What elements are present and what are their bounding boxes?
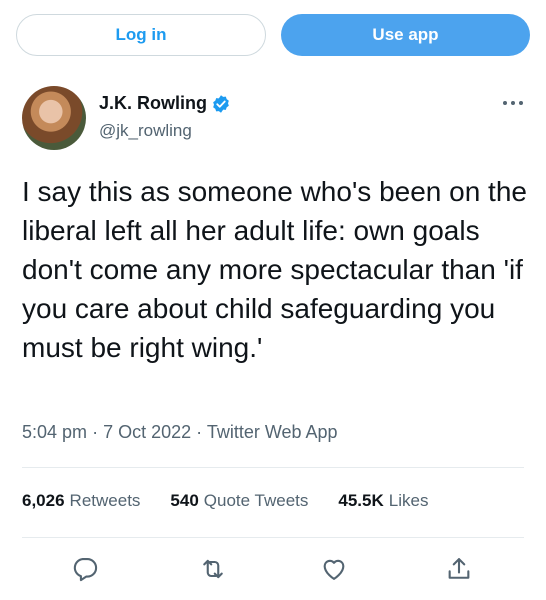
- author-name[interactable]: J.K. Rowling: [99, 93, 207, 114]
- retweets-count: 6,026: [22, 491, 65, 510]
- share-icon[interactable]: [445, 555, 473, 583]
- verified-badge-icon: [213, 94, 229, 113]
- retweets-stat[interactable]: 6,026 Retweets: [22, 491, 140, 511]
- author-handle[interactable]: @jk_rowling: [99, 121, 192, 141]
- quote-tweets-stat[interactable]: 540 Quote Tweets: [170, 491, 308, 511]
- use-app-button[interactable]: Use app: [281, 14, 530, 56]
- avatar[interactable]: [22, 86, 86, 150]
- more-icon[interactable]: [502, 98, 524, 108]
- tweet-stats: 6,026 Retweets 540 Quote Tweets 45.5K Likes: [22, 491, 458, 511]
- likes-label: Likes: [388, 491, 429, 510]
- retweets-label: Retweets: [69, 491, 141, 510]
- divider: [22, 467, 524, 468]
- log-in-button[interactable]: Log in: [16, 14, 266, 56]
- quote-tweets-label: Quote Tweets: [203, 491, 309, 510]
- meta-separator: ·: [196, 422, 203, 442]
- retweet-icon[interactable]: [199, 555, 227, 583]
- tweet-time[interactable]: 5:04 pm: [22, 422, 87, 442]
- quote-tweets-count: 540: [170, 491, 199, 510]
- like-icon[interactable]: [320, 555, 348, 583]
- author-row: J.K. Rowling: [99, 93, 231, 114]
- likes-stat[interactable]: 45.5K Likes: [338, 491, 428, 511]
- likes-count: 45.5K: [338, 491, 384, 510]
- tweet-date[interactable]: 7 Oct 2022: [103, 422, 191, 442]
- tweet-source[interactable]: Twitter Web App: [207, 422, 338, 442]
- tweet-meta: 5:04 pm · 7 Oct 2022 · Twitter Web App: [22, 422, 338, 443]
- reply-icon[interactable]: [71, 555, 99, 583]
- meta-separator: ·: [92, 422, 99, 442]
- divider: [22, 537, 524, 538]
- tweet-text: I say this as someone who's been on the …: [22, 176, 527, 363]
